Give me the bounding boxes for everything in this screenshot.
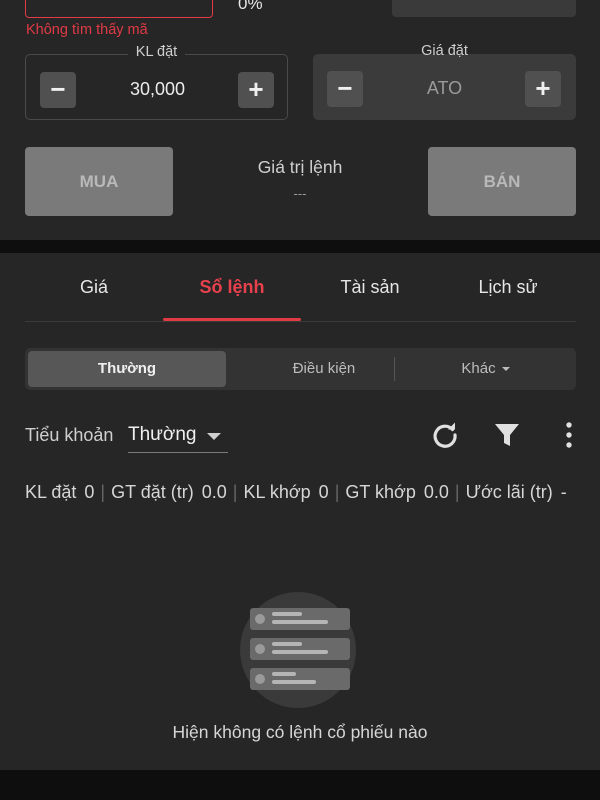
summary-qty-label: KL đặt <box>25 482 77 502</box>
summary-est-profit-label: Ước lãi (tr) <box>465 482 553 502</box>
change-percent: 0% <box>238 0 263 13</box>
top-right-button[interactable] <box>392 0 576 17</box>
stock-code-input[interactable] <box>25 0 213 18</box>
price-decrease-button[interactable]: − <box>327 71 363 107</box>
caret-down-icon <box>207 433 221 440</box>
segment-other-label: Khác <box>461 360 496 377</box>
order-value: --- <box>293 186 307 201</box>
summary-qty-value: 0 <box>84 482 95 502</box>
summary-matched-qty-label: KL khớp <box>243 482 311 502</box>
more-vertical-icon[interactable] <box>555 420 583 450</box>
summary-value-label: GT đặt (tr) <box>111 482 194 502</box>
price-label: Giá đặt <box>421 43 468 59</box>
sub-account-label: Tiểu khoản <box>25 425 114 445</box>
segment-conditional[interactable]: Điều kiện <box>226 351 422 387</box>
tab-divider <box>25 321 576 322</box>
price-increase-button[interactable]: + <box>525 71 561 107</box>
refresh-icon[interactable] <box>430 420 460 450</box>
empty-state-message: Hiện không có lệnh cổ phiếu nào <box>172 722 428 742</box>
order-value-label: Giá trị lệnh <box>257 157 343 177</box>
tab-price[interactable]: Giá <box>64 277 124 298</box>
quantity-input[interactable]: 30,000 <box>86 79 229 100</box>
order-type-segmented-control: Thường Điều kiện Khác <box>25 348 576 390</box>
order-summary: KL đặt 0 | GT đặt (tr) 0.0 | KL khớp 0 | GT khớp 0… <box>25 482 567 502</box>
tab-assets[interactable]: Tài sản <box>320 277 420 298</box>
tab-order-book[interactable]: Sổ lệnh <box>172 277 292 298</box>
sub-account-value: Thường <box>128 424 197 445</box>
summary-value-value: 0.0 <box>201 482 227 502</box>
summary-matched-value-value: 0.0 <box>423 482 449 502</box>
chevron-down-icon <box>501 367 510 372</box>
segment-other-dropdown[interactable]: Khác <box>395 351 576 387</box>
error-message: Không tìm thấy mã <box>26 22 148 38</box>
order-form-panel: 0% Không tìm thấy mã KL đặt − 30,000 + G… <box>0 0 600 240</box>
segment-normal[interactable]: Thường <box>28 351 226 387</box>
summary-matched-value-label: GT khớp <box>345 482 416 502</box>
empty-list-illustration <box>236 588 360 712</box>
filter-icon[interactable] <box>492 420 522 450</box>
active-tab-indicator <box>163 318 301 321</box>
price-input[interactable]: ATO <box>373 78 516 99</box>
sell-button[interactable]: BÁN <box>428 147 576 216</box>
tab-history[interactable]: Lịch sử <box>458 277 558 298</box>
quantity-stepper: KL đặt − 30,000 + <box>25 44 288 120</box>
summary-est-profit-value: - <box>560 482 567 502</box>
buy-button[interactable]: MUA <box>25 147 173 216</box>
quantity-label: KL đặt <box>127 44 186 60</box>
quantity-decrease-button[interactable]: − <box>40 72 76 108</box>
price-stepper: Giá đặt − ATO + <box>313 43 576 120</box>
quantity-increase-button[interactable]: + <box>238 72 274 108</box>
summary-matched-qty-value: 0 <box>318 482 329 502</box>
sub-account-select[interactable]: Thường <box>128 421 228 453</box>
